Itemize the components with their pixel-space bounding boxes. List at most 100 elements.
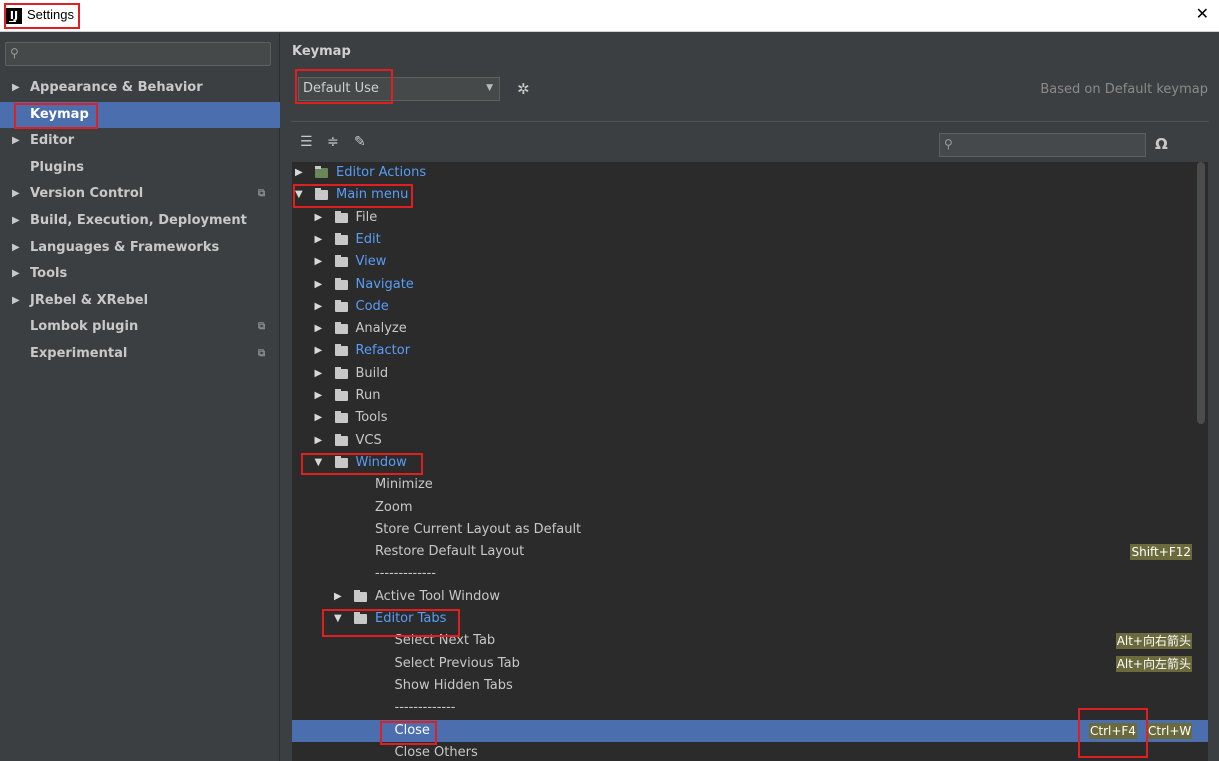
- tree-row[interactable]: -------------: [292, 563, 1208, 585]
- tree-row-label: Navigate: [355, 276, 414, 292]
- expand-all-icon[interactable]: ☰: [300, 134, 313, 150]
- tree-row[interactable]: Close Others: [292, 742, 1208, 761]
- tree-row[interactable]: Close Ctrl+W Ctrl+F4: [292, 719, 1208, 742]
- sidebar-item-label: Editor: [30, 133, 75, 149]
- tree-row[interactable]: ▼ Editor Tabs: [292, 608, 1208, 630]
- chevron-right-icon[interactable]: ▶: [315, 385, 323, 407]
- sidebar-item-label: Plugins: [30, 159, 84, 175]
- chevron-right-icon[interactable]: ▶: [295, 162, 303, 184]
- close-icon[interactable]: ✕: [1196, 4, 1209, 23]
- chevron-right-icon[interactable]: ▶: [12, 288, 20, 314]
- chevron-right-icon[interactable]: ▶: [315, 340, 323, 362]
- sidebar-item[interactable]: ▶ Appearance & Behavior: [0, 75, 280, 101]
- tree-row[interactable]: ▶ Analyze: [292, 318, 1208, 340]
- tree-row-label: Edit: [355, 231, 381, 247]
- tree-row[interactable]: -------------: [292, 697, 1208, 719]
- chevron-right-icon[interactable]: ▶: [315, 229, 323, 251]
- tree-row[interactable]: ▶ File: [292, 207, 1208, 229]
- tree-row[interactable]: ▶ Navigate: [292, 274, 1208, 296]
- chevron-right-icon[interactable]: ▶: [334, 586, 342, 608]
- tree-row[interactable]: Restore Default Layout Shift+F12: [292, 541, 1208, 563]
- tree-row[interactable]: Minimize: [292, 474, 1208, 496]
- chevron-right-icon[interactable]: ▶: [315, 430, 323, 452]
- folder-icon: [334, 299, 348, 312]
- sidebar-item-label: Keymap: [30, 106, 89, 122]
- tree-row[interactable]: Select Next Tab Alt+向右箭头: [292, 630, 1208, 652]
- collapse-all-icon[interactable]: ≑: [327, 134, 339, 150]
- keymap-select[interactable]: Default Use ▼: [298, 77, 500, 101]
- chevron-right-icon[interactable]: ▶: [315, 363, 323, 385]
- tree-row[interactable]: ▶ Editor Actions: [292, 162, 1208, 184]
- sidebar-item[interactable]: Plugins: [0, 155, 280, 181]
- chevron-right-icon[interactable]: ▶: [12, 235, 20, 261]
- tree-row[interactable]: ▶ VCS: [292, 430, 1208, 452]
- tree-row[interactable]: ▶ Code: [292, 296, 1208, 318]
- chevron-right-icon[interactable]: ▶: [315, 318, 323, 340]
- folder-icon: [334, 277, 348, 290]
- folder-icon: [334, 366, 348, 379]
- tree-row[interactable]: Zoom: [292, 497, 1208, 519]
- tree-row-label: Editor Tabs: [375, 611, 447, 626]
- keymap-panel: Keymap Default Use ▼ ✲ Based on Default …: [281, 33, 1219, 761]
- sidebar-item[interactable]: Experimental ⧉: [0, 341, 280, 367]
- sidebar-item-label: Experimental: [30, 346, 128, 361]
- tree-row[interactable]: ▼ Window: [292, 452, 1208, 474]
- folder-icon: [334, 433, 348, 446]
- chevron-right-icon[interactable]: ▶: [315, 407, 323, 429]
- settings-search-input[interactable]: ⚲: [5, 42, 271, 66]
- tree-row-label: Main menu: [336, 187, 409, 203]
- sidebar-item-label: Version Control: [30, 186, 144, 202]
- chevron-right-icon[interactable]: ▶: [315, 274, 323, 296]
- action-search-input[interactable]: ⚲: [939, 133, 1146, 157]
- tree-row[interactable]: ▶ View: [292, 251, 1208, 273]
- tree-row-label: Select Next Tab: [394, 633, 496, 649]
- find-by-shortcut-icon[interactable]: Ω: [1155, 135, 1168, 153]
- project-scope-icon: ⧉: [258, 321, 266, 333]
- sidebar-item[interactable]: ▶ Editor: [0, 128, 280, 154]
- chevron-right-icon[interactable]: ▶: [315, 207, 323, 229]
- folder-icon: [334, 255, 348, 268]
- folder-icon: [354, 612, 367, 624]
- chevron-down-icon[interactable]: ▼: [334, 608, 342, 630]
- tree-row[interactable]: Store Current Layout as Default: [292, 519, 1208, 541]
- sidebar-item[interactable]: ▶ Languages & Frameworks: [0, 235, 280, 261]
- tree-row-label: Zoom: [375, 499, 413, 515]
- tree-row[interactable]: ▶ Build: [292, 363, 1208, 385]
- gear-icon[interactable]: ✲: [517, 80, 530, 98]
- page-title: Keymap: [292, 44, 351, 59]
- tree-row-label: Active Tool Window: [375, 588, 500, 604]
- tree-row[interactable]: ▶ Edit: [292, 229, 1208, 251]
- chevron-right-icon[interactable]: ▶: [12, 261, 20, 287]
- tree-row[interactable]: Select Previous Tab Alt+向左箭头: [292, 653, 1208, 675]
- folder-icon: [334, 389, 348, 401]
- sidebar-item[interactable]: Keymap: [0, 101, 280, 128]
- window-title: Settings: [27, 7, 74, 22]
- chevron-right-icon[interactable]: ▶: [12, 181, 20, 207]
- sidebar-item-label: JRebel & XRebel: [30, 292, 149, 308]
- tree-row[interactable]: ▼ Main menu: [292, 184, 1208, 206]
- chevron-right-icon[interactable]: ▶: [315, 296, 323, 318]
- tree-row[interactable]: ▶ Active Tool Window: [292, 586, 1208, 608]
- scrollbar[interactable]: [1197, 162, 1205, 424]
- chevron-right-icon[interactable]: ▶: [315, 251, 323, 273]
- tree-row[interactable]: ▶ Run: [292, 385, 1208, 407]
- tree-row[interactable]: ▶ Tools: [292, 407, 1208, 429]
- edit-pencil-icon[interactable]: ✎: [354, 134, 366, 150]
- sidebar-item[interactable]: Lombok plugin ⧉: [0, 314, 280, 340]
- chevron-down-icon[interactable]: ▼: [315, 452, 323, 474]
- tree-row[interactable]: Show Hidden Tabs: [292, 675, 1208, 697]
- folder-icon: [334, 344, 348, 357]
- sidebar-item[interactable]: ▶ JRebel & XRebel: [0, 288, 280, 314]
- tree-row[interactable]: ▶ Refactor: [292, 340, 1208, 362]
- shortcut-badge: Ctrl+W: [1147, 722, 1193, 739]
- sidebar-item[interactable]: ▶ Build, Execution, Deployment: [0, 208, 280, 234]
- tree-row-label: Refactor: [355, 343, 411, 359]
- chevron-down-icon[interactable]: ▼: [295, 184, 303, 206]
- sidebar-item[interactable]: ▶ Version Control ⧉: [0, 181, 280, 207]
- tree-row-label: Build: [355, 365, 389, 381]
- chevron-right-icon[interactable]: ▶: [12, 128, 20, 154]
- chevron-right-icon[interactable]: ▶: [12, 75, 20, 101]
- folder-icon: [334, 232, 348, 245]
- chevron-right-icon[interactable]: ▶: [12, 208, 20, 234]
- sidebar-item[interactable]: ▶ Tools: [0, 261, 280, 287]
